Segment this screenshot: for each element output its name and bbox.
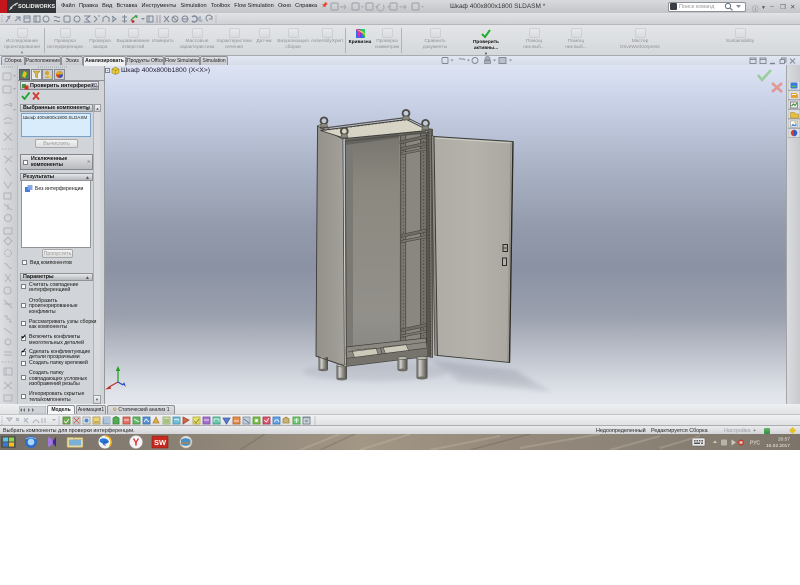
svg-text:Y: Y — [133, 438, 140, 449]
svg-text:e: e — [103, 438, 107, 448]
svg-text:SW: SW — [154, 438, 167, 447]
svg-text:РУС: РУС — [750, 441, 760, 447]
svg-text:16.02.2017: 16.02.2017 — [766, 443, 790, 449]
svg-text:20:57: 20:57 — [778, 437, 790, 443]
